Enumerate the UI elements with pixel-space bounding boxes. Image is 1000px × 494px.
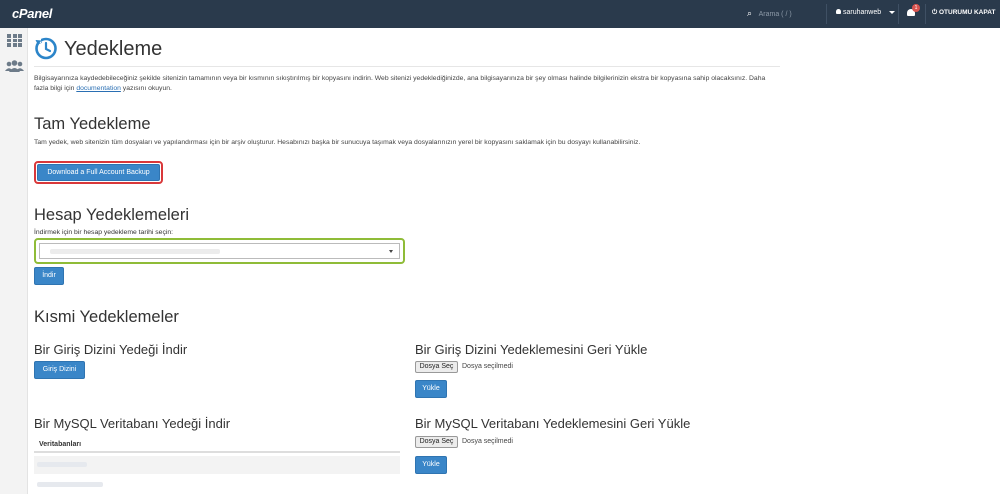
database-row xyxy=(34,456,400,474)
mysql-restore-file-status: Dosya seçilmedi xyxy=(462,438,513,445)
backup-date-label: İndirmek için bir hesap yedekleme tarihi… xyxy=(34,229,174,236)
cpanel-logo[interactable]: cPanel xyxy=(12,6,52,21)
full-backup-highlight: Download a Full Account Backup xyxy=(34,161,163,184)
partial-backups-heading: Kısmi Yedeklemeler xyxy=(34,308,179,326)
power-icon: ⏻ xyxy=(932,9,938,16)
user-icon xyxy=(836,9,841,14)
user-menu[interactable]: saruhanweb xyxy=(836,9,896,16)
home-restore-upload-button[interactable]: Yükle xyxy=(415,380,447,398)
topbar-divider xyxy=(925,4,926,24)
database-name[interactable] xyxy=(37,482,103,487)
database-row xyxy=(34,476,400,494)
page-title: Yedekleme xyxy=(64,38,163,60)
account-backups-heading: Hesap Yedeklemeleri xyxy=(34,206,190,224)
topbar-divider xyxy=(898,4,899,24)
database-name[interactable] xyxy=(37,462,87,467)
users-icon[interactable] xyxy=(5,60,24,72)
left-sidebar xyxy=(0,28,28,494)
selected-backup-date xyxy=(50,249,220,254)
download-account-backup-button[interactable]: İndir xyxy=(34,267,64,285)
username-label: saruhanweb xyxy=(843,9,882,16)
top-navigation-bar: cPanel ⌕ Arama ( / ) saruhanweb 1 ⏻ OTUR… xyxy=(0,0,1000,28)
download-full-backup-button[interactable]: Download a Full Account Backup xyxy=(37,164,160,181)
search-box[interactable]: ⌕ Arama ( / ) xyxy=(747,8,792,19)
mysql-restore-heading: Bir MySQL Veritabanı Yedeklemesini Geri … xyxy=(415,416,691,431)
intro-text: Bilgisayarınıza kaydedebileceğiniz şekil… xyxy=(34,74,780,94)
notification-count-badge: 1 xyxy=(912,4,920,12)
chevron-down-icon xyxy=(889,10,896,14)
mysql-restore-file-choose-button[interactable]: Dosya Seç xyxy=(415,436,458,448)
backup-date-select-highlight xyxy=(34,238,405,264)
search-icon: ⌕ xyxy=(747,8,753,18)
intro-text-part: yazısını okuyun. xyxy=(120,85,172,92)
logout-label: OTURUMU KAPAT xyxy=(938,9,996,16)
full-backup-heading: Tam Yedekleme xyxy=(34,115,151,133)
home-restore-file-choose-button[interactable]: Dosya Seç xyxy=(415,361,458,373)
dropdown-arrow-icon xyxy=(389,250,393,253)
logout-button[interactable]: ⏻ OTURUMU KAPAT xyxy=(932,9,995,17)
full-backup-description: Tam yedek, web sitenizin tüm dosyaları v… xyxy=(34,139,641,146)
documentation-link[interactable]: documentation xyxy=(76,85,121,92)
home-directory-download-button[interactable]: Giriş Dizini xyxy=(34,361,85,379)
home-restore-heading: Bir Giriş Dizini Yedeklemesini Geri Yükl… xyxy=(415,342,648,357)
databases-table-header: Veritabanları xyxy=(34,439,400,453)
search-input[interactable]: Arama ( / ) xyxy=(759,11,792,18)
apps-grid-icon[interactable] xyxy=(7,34,22,47)
title-divider xyxy=(34,66,780,67)
mysql-download-heading: Bir MySQL Veritabanı Yedeği İndir xyxy=(34,416,231,431)
topbar-divider xyxy=(826,4,827,24)
home-download-heading: Bir Giriş Dizini Yedeği İndir xyxy=(34,342,188,357)
backup-date-select[interactable] xyxy=(39,243,400,259)
home-restore-file-status: Dosya seçilmedi xyxy=(462,363,513,370)
mysql-restore-upload-button[interactable]: Yükle xyxy=(415,456,447,474)
backup-clock-icon xyxy=(35,37,57,60)
